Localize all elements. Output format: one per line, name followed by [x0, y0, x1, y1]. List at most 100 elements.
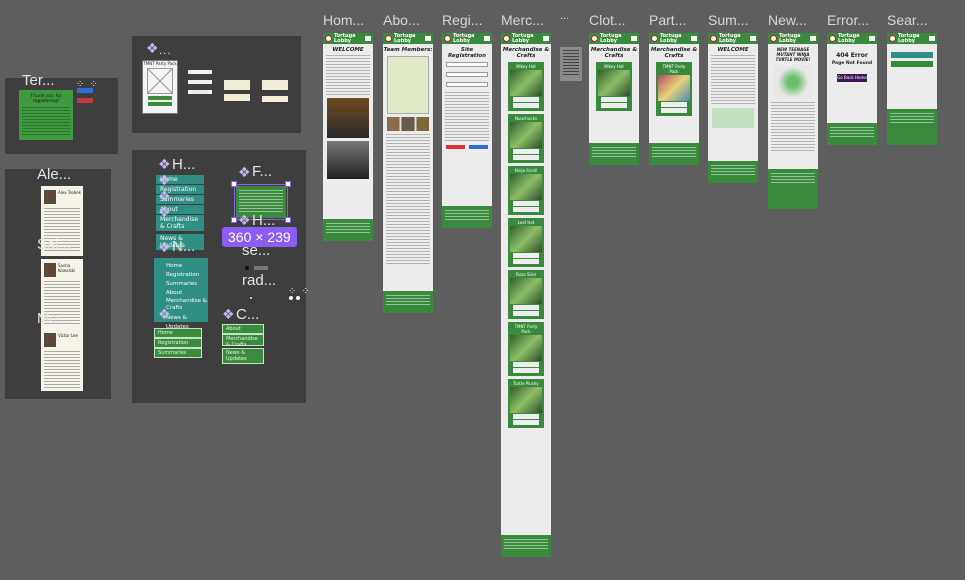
frame-label-more[interactable]: ...: [560, 10, 569, 22]
resize-handle-tr[interactable]: [285, 181, 291, 187]
screen-error[interactable]: Tortuga Lobby 404 Error Page Not Found G…: [827, 33, 877, 145]
submit-button[interactable]: [469, 145, 488, 149]
green-button-home[interactable]: Home: [154, 328, 202, 338]
screen-about[interactable]: Tortuga Lobby Team Members:: [383, 33, 433, 313]
hamburger-icon[interactable]: [869, 36, 875, 41]
pack-btn-b[interactable]: [188, 80, 212, 84]
add-to-cart-button[interactable]: [513, 253, 539, 258]
frame-label-summaries[interactable]: Sum...: [708, 12, 748, 28]
screen-registration[interactable]: Tortuga Lobby Site Registration: [442, 33, 492, 228]
pack-btn-a[interactable]: [188, 70, 212, 74]
product-card[interactable]: Nunchucks: [508, 114, 544, 163]
screen-more[interactable]: [560, 47, 582, 81]
hamburger-icon[interactable]: [631, 36, 637, 41]
buy-button[interactable]: [513, 420, 539, 425]
add-to-cart-button[interactable]: [513, 414, 539, 419]
frame-label-party[interactable]: Part...: [649, 12, 686, 28]
search-mini[interactable]: [254, 266, 268, 270]
resize-handle-bl[interactable]: [231, 217, 237, 223]
product-card[interactable]: Ninja Scroll: [508, 166, 544, 215]
mobile-nav-item[interactable]: Summaries: [154, 280, 208, 289]
reset-button[interactable]: [446, 145, 465, 149]
add-to-cart-button[interactable]: [513, 305, 539, 310]
mobile-nav-item[interactable]: About: [154, 289, 208, 298]
site-header: Tortuga Lobby: [649, 33, 699, 44]
screen-party[interactable]: Tortuga Lobby Merchandise & Crafts TMNT …: [649, 33, 699, 165]
add-to-cart-button[interactable]: [513, 149, 539, 154]
search-result[interactable]: [891, 61, 933, 67]
product-card[interactable]: Mikey Hat: [596, 62, 632, 111]
add-to-cart-button[interactable]: [513, 362, 539, 367]
product-card[interactable]: Turtle Plushy: [508, 379, 544, 428]
party-pack-add-button[interactable]: [148, 96, 172, 100]
frame-label-error[interactable]: Error...: [827, 12, 869, 28]
buy-premade-button[interactable]: [224, 80, 250, 90]
mobile-nav-item[interactable]: Home: [154, 258, 208, 271]
screen-merch[interactable]: Tortuga Lobby Merchandise & Crafts Mikey…: [501, 33, 551, 557]
screen-search[interactable]: Tortuga Lobby: [887, 33, 937, 145]
panel-ter[interactable]: Thank you for registering!: [5, 78, 118, 154]
hamburger-icon[interactable]: [484, 36, 490, 41]
panel-alerts[interactable]: Alex Trebek Sasha Kowalski Victor Lee: [5, 169, 111, 399]
buy-premade-button[interactable]: [661, 102, 687, 107]
green-button-merch[interactable]: Merchandise & Crafts: [222, 334, 264, 348]
radio-on[interactable]: [249, 296, 253, 300]
frame-label-home[interactable]: Hom...: [323, 12, 364, 28]
radio-off[interactable]: [245, 266, 249, 270]
hamburger-icon[interactable]: [365, 36, 371, 41]
green-button-about[interactable]: About: [222, 324, 264, 334]
green-button-summaries[interactable]: Summaries: [154, 348, 202, 358]
green-button-registration[interactable]: Registration: [154, 338, 202, 348]
frame-label-news[interactable]: New...: [768, 12, 807, 28]
add-to-cart-button[interactable]: [601, 97, 627, 102]
hamburger-icon[interactable]: [425, 36, 431, 41]
hamburger-icon[interactable]: [543, 36, 549, 41]
resize-handle-br[interactable]: [285, 217, 291, 223]
party-pack-buy-button[interactable]: [148, 102, 172, 106]
party-pack-card[interactable]: TMNT Party Pack: [142, 60, 178, 114]
green-button-news[interactable]: News & Updates: [222, 348, 264, 364]
buy-craft-packet-button[interactable]: [262, 80, 288, 90]
buy-button[interactable]: [513, 103, 539, 108]
buy-button[interactable]: [513, 368, 539, 373]
product-card[interactable]: Pizza Slice: [508, 270, 544, 319]
tv-supplies-button[interactable]: [262, 96, 288, 102]
buy-button[interactable]: [513, 207, 539, 212]
member-card[interactable]: Victor Lee: [41, 329, 83, 391]
frame-label-registration[interactable]: Regi...: [442, 12, 482, 28]
add-to-cart-button[interactable]: [513, 201, 539, 206]
buy-button[interactable]: [513, 155, 539, 160]
ter-btn-red[interactable]: [77, 98, 93, 103]
screen-clothing[interactable]: Tortuga Lobby Merchandise & Crafts Mikey…: [589, 33, 639, 165]
go-home-button[interactable]: Go Back Home: [837, 74, 867, 82]
frame-label-about[interactable]: Abo...: [383, 12, 420, 28]
site-footer: [383, 291, 433, 313]
buy-button[interactable]: [513, 311, 539, 316]
hamburger-icon[interactable]: [810, 36, 816, 41]
search-bar[interactable]: [891, 52, 933, 58]
product-card[interactable]: Mikey Hat: [508, 62, 544, 111]
screen-home[interactable]: Tortuga Lobby WELCOME: [323, 33, 373, 241]
hamburger-icon[interactable]: [929, 36, 935, 41]
product-card[interactable]: TMNT Party Pack: [508, 322, 544, 376]
mobile-nav-item[interactable]: Registration: [154, 271, 208, 280]
hamburger-icon[interactable]: [750, 36, 756, 41]
screen-news[interactable]: Tortuga Lobby NEW TEENAGE MUTANT NINJA T…: [768, 33, 818, 209]
pack-btn-c[interactable]: [188, 90, 212, 94]
party-pack-card[interactable]: TMNT Party Pack: [656, 62, 692, 116]
name-field[interactable]: [446, 62, 488, 67]
frame-label-clothing[interactable]: Clot...: [589, 12, 626, 28]
email-field[interactable]: [446, 72, 488, 77]
password-field[interactable]: [446, 82, 488, 87]
product-card[interactable]: Leaf Hat: [508, 218, 544, 267]
buy-button[interactable]: [601, 103, 627, 108]
buy-button[interactable]: [513, 259, 539, 264]
resize-handle-tl[interactable]: [231, 181, 237, 187]
buy-craft-button[interactable]: [661, 108, 687, 113]
hamburger-icon[interactable]: [691, 36, 697, 41]
buy-craft-button[interactable]: [224, 94, 250, 101]
frame-label-search[interactable]: Sear...: [887, 12, 927, 28]
screen-summaries[interactable]: Tortuga Lobby WELCOME: [708, 33, 758, 183]
add-to-cart-button[interactable]: [513, 97, 539, 102]
frame-label-merch[interactable]: Merc...: [501, 12, 544, 28]
